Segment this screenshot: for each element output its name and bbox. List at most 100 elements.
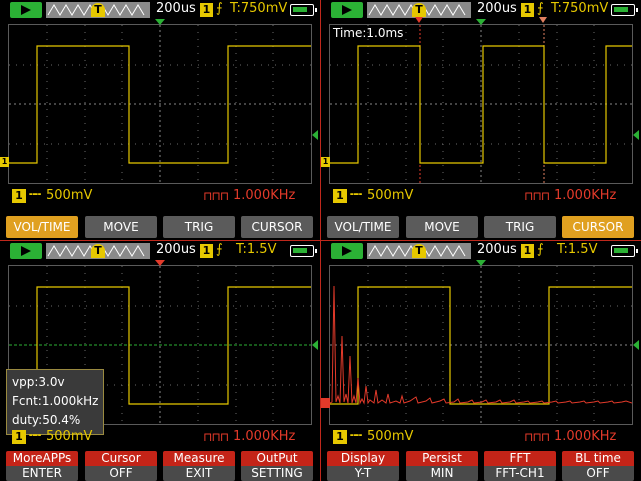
battery-icon xyxy=(290,4,317,16)
move-button[interactable]: MOVE xyxy=(85,216,157,238)
rising-edge-icon: ⨍ xyxy=(216,1,223,16)
waveform-grid[interactable] xyxy=(329,24,633,184)
dc-coupling-icon: ╍╍ xyxy=(350,188,362,201)
ch1-badge[interactable]: 1 xyxy=(12,189,26,203)
dc-coupling-icon: ╍╍ xyxy=(29,188,41,201)
bottom-menu: VOL/TIME MOVE TRIG CURSOR xyxy=(321,216,641,238)
trigger-channel-badge: 1 xyxy=(521,244,534,258)
scope-panel-top-right: T 200us 1 ⨍ T:750mV Time:1.0ms 1 1 ╍╍ 50… xyxy=(321,0,641,240)
cursor-toggle-button[interactable]: Cursor OFF xyxy=(85,451,157,481)
trig-button[interactable]: TRIG xyxy=(484,216,556,238)
square-wave-icon: ⊓⊓⊓ xyxy=(524,189,550,203)
trigger-level-label[interactable]: T:750mV xyxy=(230,1,287,16)
play-icon[interactable] xyxy=(10,2,42,18)
cursor-2-marker[interactable] xyxy=(539,17,547,23)
trigger-level-marker[interactable] xyxy=(312,340,318,350)
dc-coupling-icon: ╍╍ xyxy=(350,429,362,442)
status-bar: T 200us 1 ⨍ T:1.5V xyxy=(0,241,320,261)
button-value: MIN xyxy=(406,466,478,481)
move-button[interactable]: MOVE xyxy=(406,216,478,238)
ch1-badge[interactable]: 1 xyxy=(333,430,347,444)
measure-button[interactable]: Measure EXIT xyxy=(163,451,235,481)
square-wave-icon: ⊓⊓⊓ xyxy=(203,189,229,203)
trig-button[interactable]: TRIG xyxy=(163,216,235,238)
status-bar: T 200us 1 ⨍ T:1.5V xyxy=(321,241,641,261)
channel-info-bar: 1 ╍╍ 500mV ⊓⊓⊓ 1.000KHz xyxy=(321,427,641,447)
volts-per-div-label: 500mV xyxy=(46,188,93,203)
button-value: SETTING xyxy=(241,466,313,481)
ch1-offset-marker[interactable]: 1 xyxy=(0,157,9,167)
scope-panel-bottom-right: T 200us 1 ⨍ T:1.5V 1 ╍╍ 500mV ⊓⊓⊓ 1.000K… xyxy=(321,241,641,481)
display-mode-button[interactable]: Display Y-T xyxy=(327,451,399,481)
trigger-time-marker[interactable] xyxy=(476,19,486,25)
trigger-time-marker[interactable] xyxy=(155,19,165,25)
cursor-time-label: Time:1.0ms xyxy=(333,26,404,40)
cursor-1-marker[interactable] xyxy=(415,17,423,23)
bottom-menu: Display Y-T Persist MIN FFT FFT-CH1 BL time… xyxy=(321,451,641,481)
dc-coupling-icon: ╍╍ xyxy=(29,429,41,442)
trigger-level-marker[interactable] xyxy=(312,130,318,140)
square-wave-icon: ⊓⊓⊓ xyxy=(203,430,229,444)
channel-info-bar: 1 ╍╍ 500mV ⊓⊓⊓ 1.000KHz xyxy=(321,186,641,206)
timebase-label[interactable]: 200us xyxy=(156,242,196,257)
battery-icon xyxy=(611,245,638,257)
memory-wave-strip: T xyxy=(367,243,471,259)
vol-time-button[interactable]: VOL/TIME xyxy=(6,216,78,238)
button-title: BL time xyxy=(562,451,634,466)
button-title: Persist xyxy=(406,451,478,466)
volts-per-div-label: 500mV xyxy=(46,429,93,444)
status-bar: T 200us 1 ⨍ T:750mV xyxy=(0,0,320,20)
trigger-time-marker[interactable] xyxy=(155,260,165,266)
output-button[interactable]: OutPut SETTING xyxy=(241,451,313,481)
rising-edge-icon: ⨍ xyxy=(216,242,223,257)
trigger-level-label[interactable]: T:1.5V xyxy=(236,242,276,257)
ch1-offset-marker[interactable]: 1 xyxy=(321,157,330,167)
ch1-badge[interactable]: 1 xyxy=(333,189,347,203)
frequency-label: 1.000KHz xyxy=(554,188,617,203)
timebase-label[interactable]: 200us xyxy=(477,242,517,257)
vol-time-button[interactable]: VOL/TIME xyxy=(327,216,399,238)
frequency-label: 1.000KHz xyxy=(554,429,617,444)
fft-offset-marker[interactable] xyxy=(321,398,330,408)
more-apps-button[interactable]: MoreAPPs ENTER xyxy=(6,451,78,481)
cursor-button[interactable]: CURSOR xyxy=(241,216,313,238)
button-title: OutPut xyxy=(241,451,313,466)
trigger-channel-badge: 1 xyxy=(200,3,213,17)
button-value: Y-T xyxy=(327,466,399,481)
bottom-menu: MoreAPPs ENTER Cursor OFF Measure EXIT OutP… xyxy=(0,451,320,481)
trigger-time-marker[interactable] xyxy=(476,260,486,266)
battery-icon xyxy=(290,245,317,257)
play-icon[interactable] xyxy=(331,243,363,259)
button-title: MoreAPPs xyxy=(6,451,78,466)
trigger-channel-badge: 1 xyxy=(521,3,534,17)
button-title: Display xyxy=(327,451,399,466)
trigger-position-marker: T xyxy=(412,244,426,258)
cursor-button[interactable]: CURSOR xyxy=(562,216,634,238)
button-title: FFT xyxy=(484,451,556,466)
trigger-level-label[interactable]: T:1.5V xyxy=(557,242,597,257)
waveform-display xyxy=(330,25,632,183)
trigger-level-label[interactable]: T:750mV xyxy=(551,1,608,16)
waveform-grid[interactable] xyxy=(329,265,633,425)
waveform-grid[interactable] xyxy=(8,24,312,184)
rising-edge-icon: ⨍ xyxy=(537,1,544,16)
timebase-label[interactable]: 200us xyxy=(477,1,517,16)
trigger-channel-badge: 1 xyxy=(200,244,213,258)
fft-button[interactable]: FFT FFT-CH1 xyxy=(484,451,556,481)
persist-button[interactable]: Persist MIN xyxy=(406,451,478,481)
square-wave-icon: ⊓⊓⊓ xyxy=(524,430,550,444)
trigger-level-marker[interactable] xyxy=(633,340,639,350)
ch1-badge[interactable]: 1 xyxy=(12,430,26,444)
button-value: ENTER xyxy=(6,466,78,481)
button-value: OFF xyxy=(85,466,157,481)
trigger-level-marker[interactable] xyxy=(633,130,639,140)
play-icon[interactable] xyxy=(10,243,42,259)
volts-per-div-label: 500mV xyxy=(367,188,414,203)
volts-per-div-label: 500mV xyxy=(367,429,414,444)
backlight-time-button[interactable]: BL time OFF xyxy=(562,451,634,481)
timebase-label[interactable]: 200us xyxy=(156,1,196,16)
trigger-position-marker: T xyxy=(91,244,105,258)
measurement-panel: vpp:3.0v Fcnt:1.000kHz duty:50.4% xyxy=(6,369,104,435)
play-icon[interactable] xyxy=(331,2,363,18)
channel-info-bar: 1 ╍╍ 500mV ⊓⊓⊓ 1.000KHz xyxy=(0,186,320,206)
